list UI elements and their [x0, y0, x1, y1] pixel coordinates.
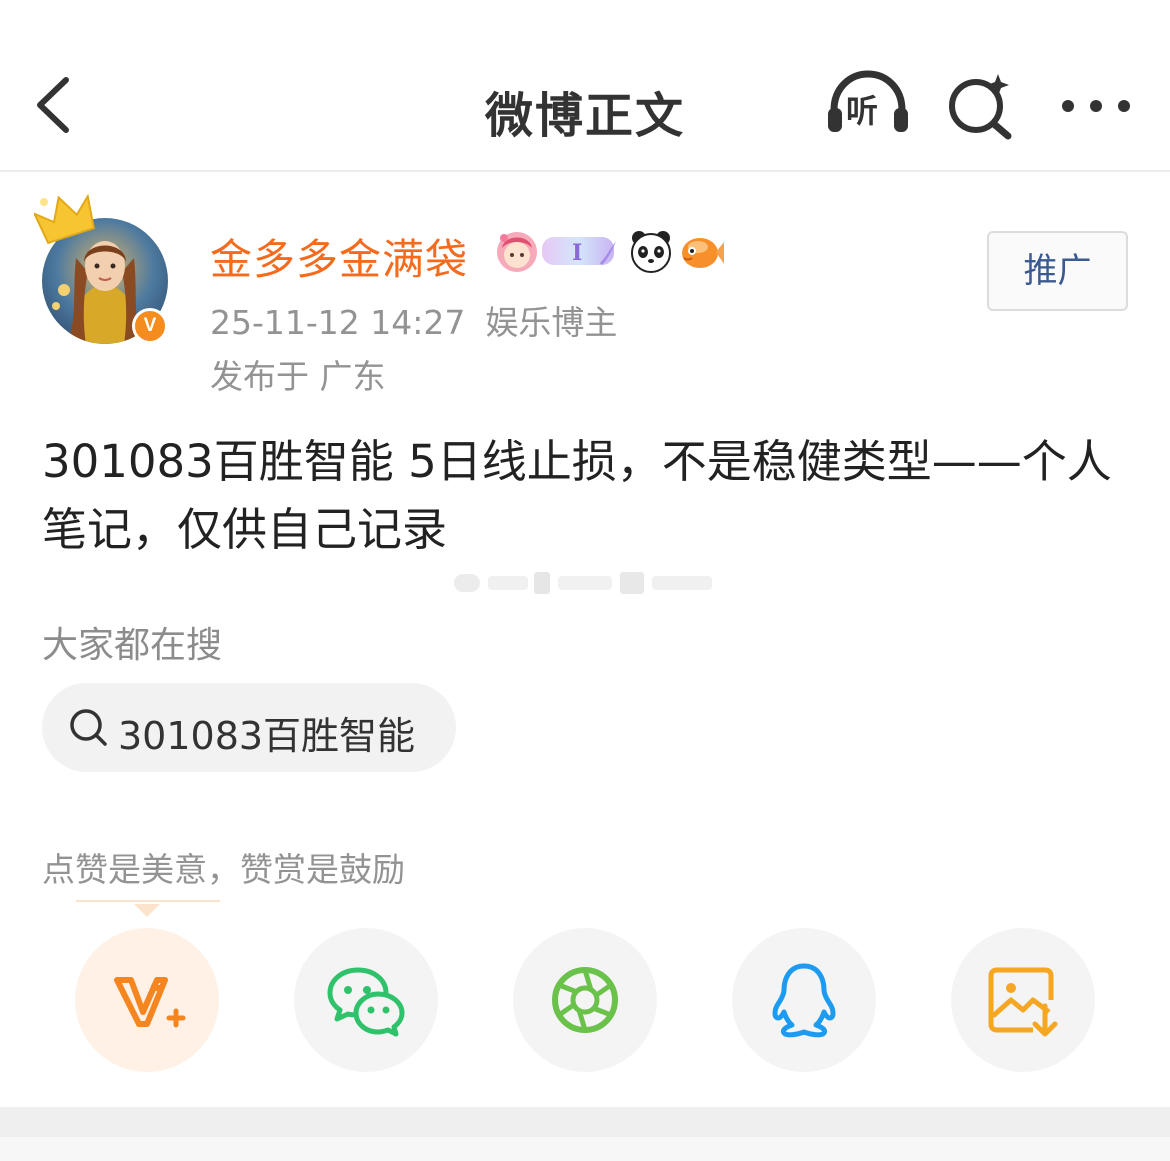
top-nav-bar: 微博正文 听 — [0, 0, 1170, 172]
author-type: 娱乐博主 — [485, 303, 618, 342]
panda-badge[interactable] — [628, 228, 674, 274]
qq-icon — [772, 963, 836, 1038]
tip-pointer — [134, 904, 160, 917]
search-suggest-text: 301083百胜智能 — [118, 714, 416, 758]
v-plus-icon — [114, 977, 186, 1028]
level-badge-text: I — [572, 240, 582, 266]
share-qq-button[interactable] — [732, 928, 876, 1072]
bottom-divider — [0, 1107, 1170, 1161]
search-sparkle-icon — [949, 74, 1012, 140]
more-dots-icon — [1062, 100, 1130, 112]
save-image-icon — [988, 967, 1058, 1037]
blurred-watermark — [454, 572, 712, 594]
reward-tip: 点赞是美意，赞赏是鼓励 — [42, 850, 405, 889]
search-icon — [70, 709, 107, 746]
share-wechat-button[interactable] — [294, 928, 438, 1072]
post-content: 301083百胜智能 5日线止损，不是稳健类型——个人笔记，仅供自己记录 — [42, 435, 1112, 556]
search-suggest-chip[interactable]: 301083百胜智能 — [42, 683, 456, 772]
search-button[interactable] — [946, 70, 1016, 140]
post-date: 25-11-12 14:27 — [210, 303, 466, 342]
save-image-button[interactable] — [951, 928, 1095, 1072]
fish-badge[interactable] — [678, 228, 724, 274]
author-badges: I — [494, 228, 724, 274]
author-avatar-group: V — [30, 190, 180, 350]
promote-button[interactable]: 推广 — [987, 231, 1128, 311]
reward-button[interactable] — [75, 928, 219, 1072]
listen-label: 听 — [846, 92, 879, 130]
more-options-button[interactable] — [1058, 86, 1134, 126]
wechat-icon — [327, 967, 405, 1037]
share-moments-button[interactable] — [513, 928, 657, 1072]
level-one-badge[interactable]: I — [540, 229, 620, 273]
post-location: 发布于 广东 — [210, 357, 386, 396]
tip-divider — [76, 900, 220, 902]
author-name[interactable]: 金多多金满袋 — [210, 226, 468, 287]
search-suggest-label: 大家都在搜 — [42, 625, 223, 666]
bottom-divider-inner — [0, 1137, 1170, 1161]
princess-avatar-badge[interactable] — [494, 228, 540, 274]
post-meta: 25-11-12 14:27 娱乐博主 — [210, 296, 617, 344]
listen-button[interactable]: 听 — [826, 68, 910, 140]
crown-icon — [34, 193, 95, 245]
wechat-moments-icon — [552, 967, 618, 1033]
verified-badge: V — [132, 308, 168, 344]
